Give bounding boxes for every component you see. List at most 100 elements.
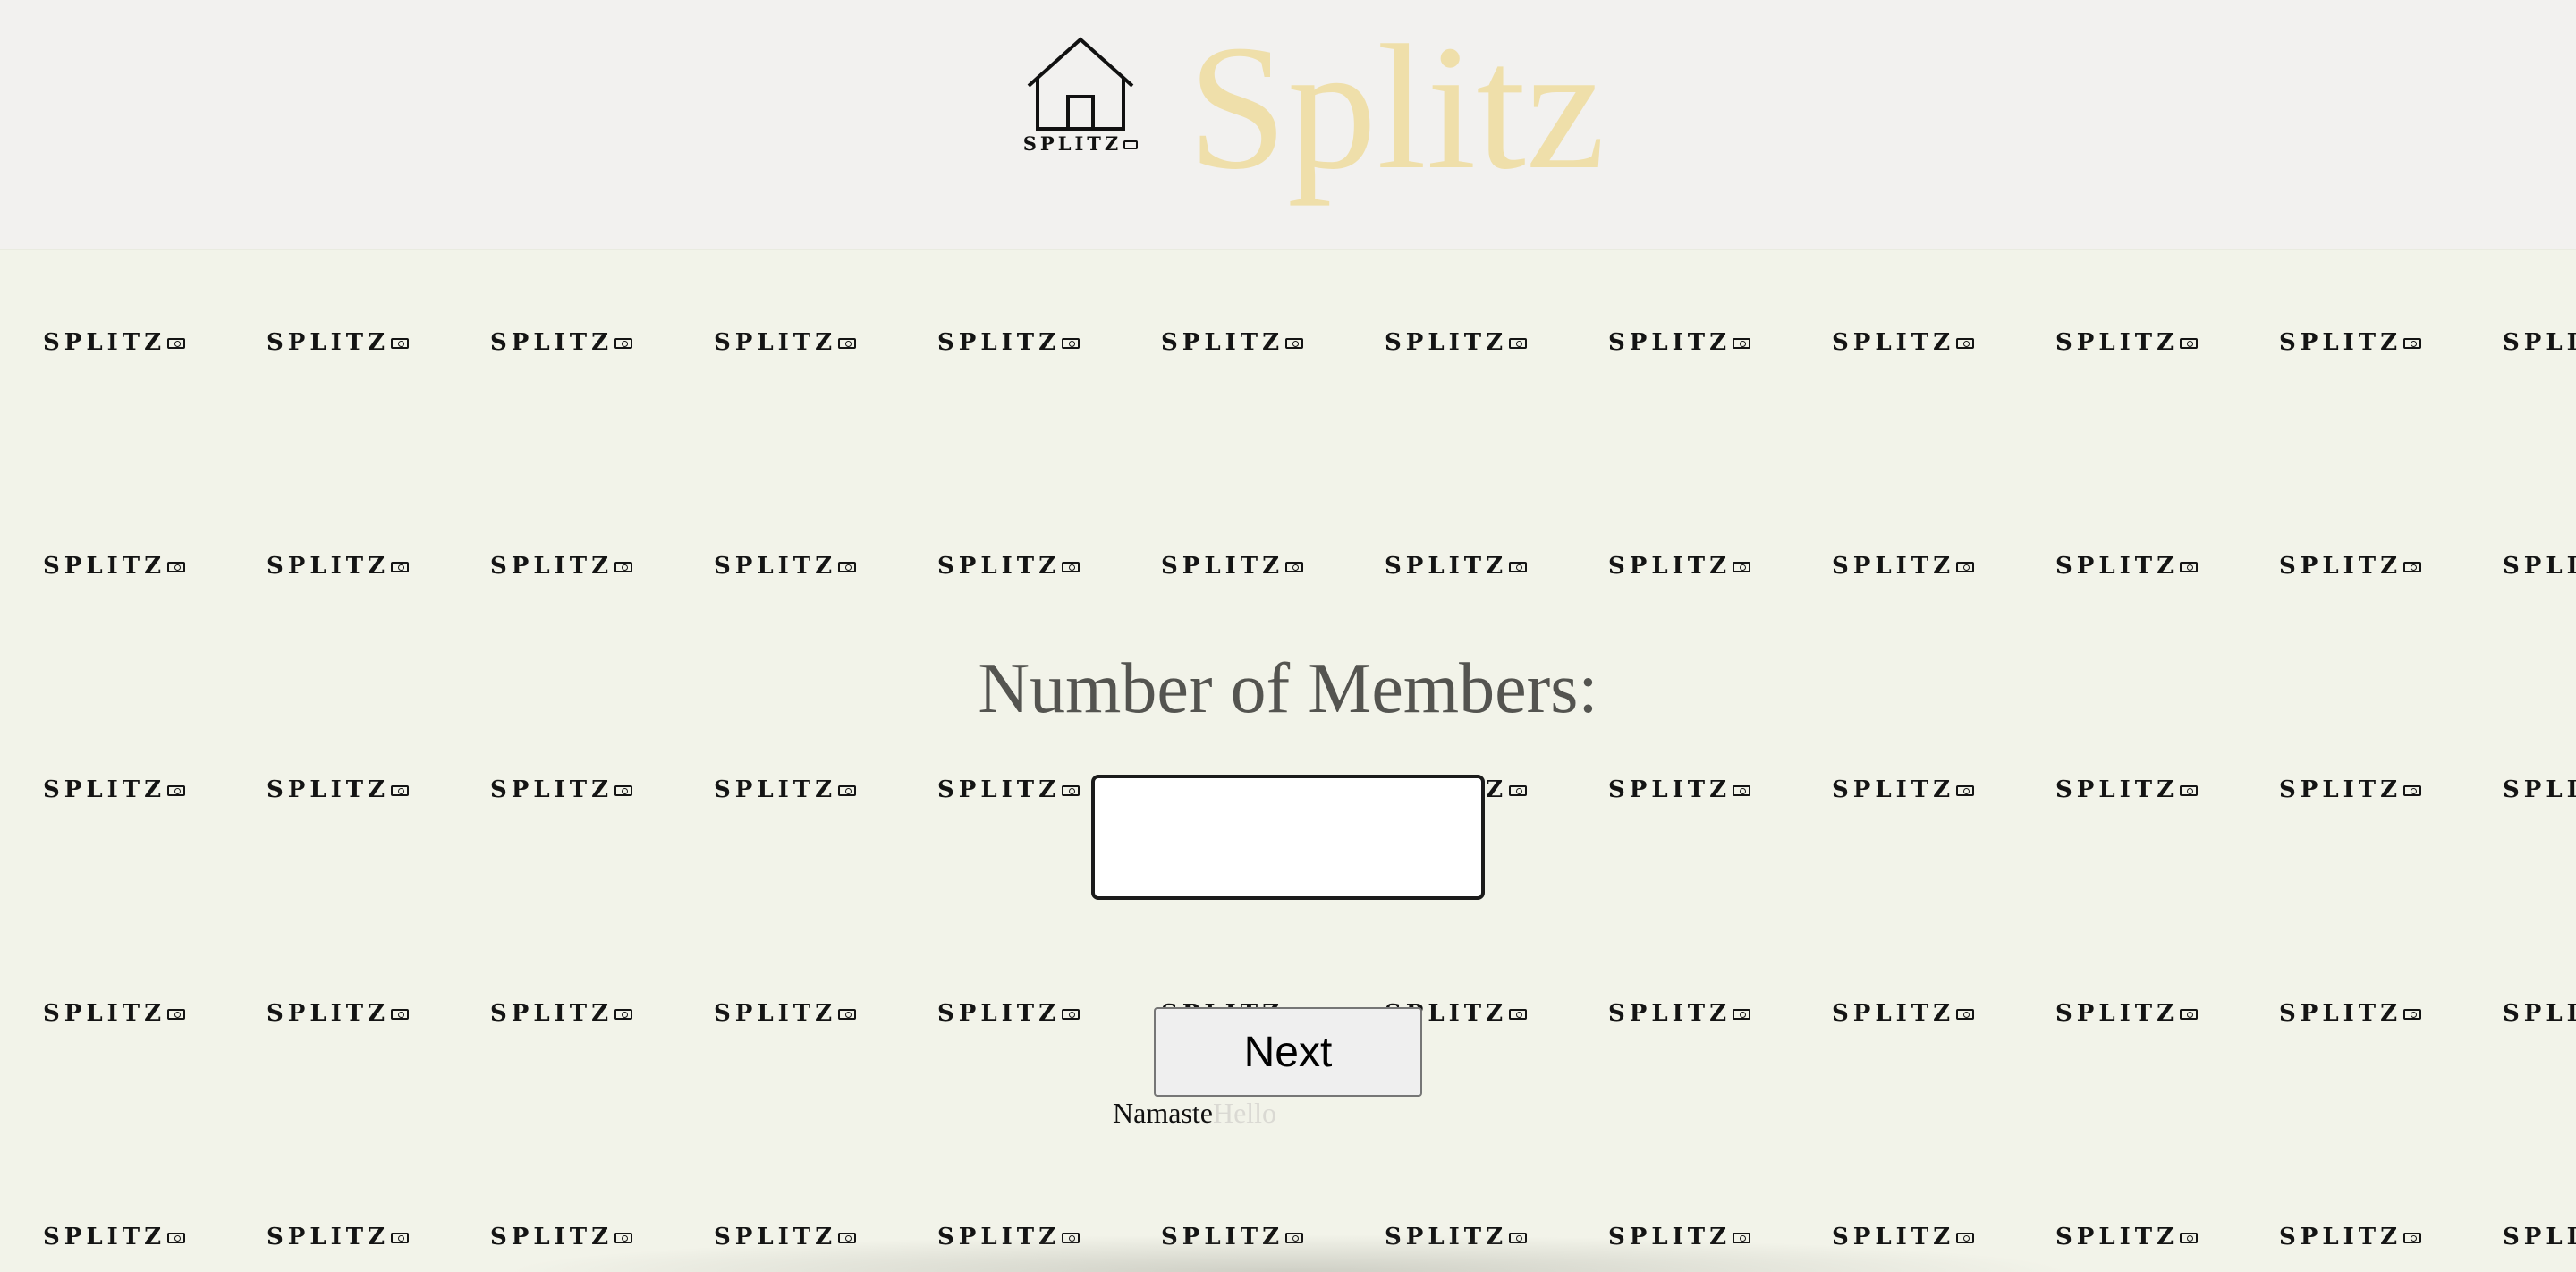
pattern-item: SPLITZ bbox=[490, 776, 633, 803]
members-count-input[interactable] bbox=[1091, 775, 1485, 900]
money-icon bbox=[2403, 562, 2422, 572]
money-icon bbox=[1123, 140, 1139, 149]
logo-text: SPLITZ bbox=[1020, 132, 1141, 155]
money-icon bbox=[167, 1233, 186, 1243]
money-icon bbox=[1956, 1009, 1975, 1020]
pattern-label: SPLITZ bbox=[1832, 553, 1955, 580]
pattern-item: SPLITZ bbox=[1608, 553, 1751, 580]
pattern-item: SPLITZ bbox=[1385, 329, 1528, 356]
pattern-item: SPLITZ bbox=[714, 553, 857, 580]
pattern-item: SPLITZ bbox=[1832, 1000, 1975, 1027]
money-icon bbox=[2403, 1233, 2422, 1243]
pattern-label: SPLITZ bbox=[490, 329, 614, 356]
pattern-label: SPLITZ bbox=[2503, 1000, 2576, 1027]
pattern-item: SPLITZ bbox=[2503, 329, 2576, 356]
pattern-label: SPLITZ bbox=[43, 1224, 166, 1251]
money-icon bbox=[1062, 338, 1080, 349]
pattern-item: SPLITZ bbox=[43, 553, 186, 580]
pattern-label: SPLITZ bbox=[1608, 776, 1732, 803]
pattern-item: SPLITZ bbox=[2503, 776, 2576, 803]
greeting-text: NamasteHello bbox=[1113, 1095, 1276, 1131]
pattern-item: SPLITZ bbox=[267, 776, 410, 803]
pattern-label: SPLITZ bbox=[1161, 329, 1284, 356]
pattern-label: SPLITZ bbox=[2055, 329, 2179, 356]
pattern-label: SPLITZ bbox=[2279, 776, 2402, 803]
pattern-item: SPLITZ bbox=[2279, 1224, 2422, 1251]
pattern-item: SPLITZ bbox=[267, 329, 410, 356]
pattern-label: SPLITZ bbox=[1608, 329, 1732, 356]
money-icon bbox=[2180, 785, 2199, 796]
pattern-item: SPLITZ bbox=[1832, 553, 1975, 580]
pattern-item: SPLITZ bbox=[2279, 329, 2422, 356]
pattern-label: SPLITZ bbox=[2503, 776, 2576, 803]
money-icon bbox=[1062, 1009, 1080, 1020]
pattern-item: SPLITZ bbox=[1608, 776, 1751, 803]
pattern-label: SPLITZ bbox=[43, 776, 166, 803]
pattern-label: SPLITZ bbox=[714, 329, 837, 356]
pattern-label: SPLITZ bbox=[937, 553, 1061, 580]
pattern-label: SPLITZ bbox=[2055, 553, 2179, 580]
pattern-item: SPLITZ bbox=[1832, 776, 1975, 803]
pattern-label: SPLITZ bbox=[267, 329, 390, 356]
money-icon bbox=[1733, 338, 1751, 349]
pattern-item: SPLITZ bbox=[490, 1000, 633, 1027]
money-icon bbox=[838, 1009, 857, 1020]
pattern-item: SPLITZ bbox=[267, 1000, 410, 1027]
pattern-label: SPLITZ bbox=[43, 1000, 166, 1027]
next-button[interactable]: Next bbox=[1154, 1007, 1422, 1097]
pattern-item: SPLITZ bbox=[937, 329, 1080, 356]
money-icon bbox=[1509, 562, 1528, 572]
money-icon bbox=[614, 338, 633, 349]
money-icon bbox=[1285, 338, 1304, 349]
pattern-item: SPLITZ bbox=[2055, 776, 2199, 803]
money-icon bbox=[1509, 1009, 1528, 1020]
pattern-label: SPLITZ bbox=[937, 329, 1061, 356]
header: SPLITZ Splitz bbox=[0, 0, 2576, 250]
pattern-label: SPLITZ bbox=[2279, 329, 2402, 356]
money-icon bbox=[2403, 338, 2422, 349]
pattern-item: SPLITZ bbox=[43, 1224, 186, 1251]
pattern-label: SPLITZ bbox=[1832, 329, 1955, 356]
pattern-item: SPLITZ bbox=[937, 553, 1080, 580]
brand-title: Splitz bbox=[1188, 9, 1606, 207]
pattern-label: SPLITZ bbox=[43, 553, 166, 580]
pattern-item: SPLITZ bbox=[2503, 1224, 2576, 1251]
pattern-item: SPLITZ bbox=[2279, 1000, 2422, 1027]
splitz-logo[interactable]: SPLITZ bbox=[1020, 32, 1141, 163]
money-icon bbox=[1956, 785, 1975, 796]
money-icon bbox=[2403, 1009, 2422, 1020]
pattern-label: SPLITZ bbox=[937, 1000, 1061, 1027]
pattern-item: SPLITZ bbox=[2279, 553, 2422, 580]
pattern-label: SPLITZ bbox=[714, 553, 837, 580]
pattern-item: SPLITZ bbox=[1161, 329, 1304, 356]
pattern-item: SPLITZ bbox=[2055, 1000, 2199, 1027]
money-icon bbox=[1062, 562, 1080, 572]
pattern-item: SPLITZ bbox=[43, 1000, 186, 1027]
pattern-item: SPLITZ bbox=[2055, 553, 2199, 580]
pattern-label: SPLITZ bbox=[490, 553, 614, 580]
pattern-label: SPLITZ bbox=[490, 776, 614, 803]
pattern-item: SPLITZ bbox=[1608, 329, 1751, 356]
money-icon bbox=[2403, 785, 2422, 796]
money-icon bbox=[1733, 1009, 1751, 1020]
money-icon bbox=[2180, 1233, 2199, 1243]
money-icon bbox=[167, 338, 186, 349]
money-icon bbox=[1956, 562, 1975, 572]
bottom-shadow bbox=[501, 1234, 2075, 1272]
money-icon bbox=[1733, 785, 1751, 796]
money-icon bbox=[2180, 562, 2199, 572]
pattern-label: SPLITZ bbox=[267, 1224, 390, 1251]
pattern-label: SPLITZ bbox=[2279, 1000, 2402, 1027]
pattern-label: SPLITZ bbox=[1385, 329, 1508, 356]
money-icon bbox=[2180, 1009, 2199, 1020]
money-icon bbox=[1733, 562, 1751, 572]
pattern-item: SPLITZ bbox=[43, 776, 186, 803]
money-icon bbox=[838, 785, 857, 796]
pattern-item: SPLITZ bbox=[714, 329, 857, 356]
pattern-item: SPLITZ bbox=[43, 329, 186, 356]
pattern-item: SPLITZ bbox=[2503, 1000, 2576, 1027]
money-icon bbox=[2180, 338, 2199, 349]
background-pattern: SPLITZ SPLITZ SPLITZ SPLITZ SPLITZ SPLITZ SPLI… bbox=[0, 250, 2576, 1272]
pattern-label: SPLITZ bbox=[2279, 1224, 2402, 1251]
money-icon bbox=[391, 338, 410, 349]
